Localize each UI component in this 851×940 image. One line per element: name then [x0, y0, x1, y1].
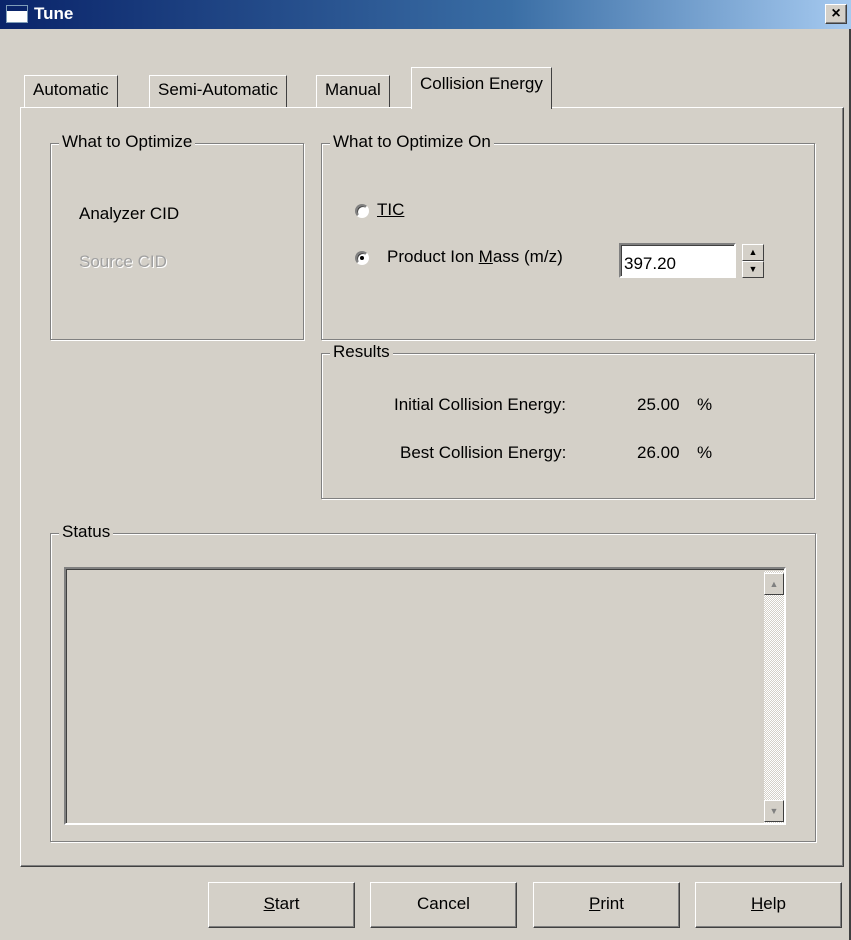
- analyzer-cid-option[interactable]: Analyzer CID: [79, 204, 179, 224]
- initial-collision-energy-value: 25.00: [637, 395, 680, 414]
- print-button[interactable]: Print: [533, 882, 680, 928]
- status-textarea[interactable]: [64, 567, 786, 825]
- group-legend: What to Optimize: [59, 132, 196, 152]
- source-cid-option: Source CID: [79, 252, 167, 271]
- tab-label: Collision Energy: [420, 74, 543, 93]
- mnemonic: M: [478, 247, 493, 266]
- group-legend: What to Optimize On: [330, 132, 494, 152]
- product-ion-mass-radio[interactable]: [355, 251, 369, 265]
- arrow-up-icon: ▲: [769, 579, 779, 589]
- product-ion-mass-label[interactable]: Product Ion Mass (m/z): [387, 247, 563, 267]
- label-part: ass (m/z): [492, 247, 563, 266]
- button-label: Cancel: [417, 894, 470, 913]
- what-to-optimize-on-group: What to Optimize On: [321, 132, 815, 340]
- status-scrollbar[interactable]: [764, 571, 784, 823]
- arrow-down-icon: ▼: [769, 806, 779, 816]
- tab-label: Semi-Automatic: [158, 80, 278, 99]
- button-label: rint: [600, 894, 624, 913]
- mnemonic: P: [589, 894, 601, 913]
- title-bar: Tune ×: [0, 0, 851, 29]
- results-group: Results: [321, 342, 815, 499]
- tab-semi-automatic[interactable]: Semi-Automatic: [149, 75, 287, 108]
- tic-label-text: TIC: [377, 200, 405, 219]
- tab-automatic[interactable]: Automatic: [24, 75, 118, 108]
- help-button[interactable]: Help: [695, 882, 842, 928]
- window-title: Tune: [34, 4, 74, 23]
- start-button[interactable]: Start: [208, 882, 355, 928]
- initial-collision-energy-label: Initial Collision Energy:: [394, 395, 566, 414]
- best-collision-energy-label: Best Collision Energy:: [400, 443, 567, 462]
- best-collision-energy-value: 26.00: [637, 443, 680, 462]
- initial-collision-energy-unit: %: [697, 395, 713, 414]
- tab-label: Manual: [325, 80, 381, 99]
- tab-label: Automatic: [33, 80, 109, 99]
- button-label: elp: [763, 894, 786, 913]
- tic-label[interactable]: TIC: [377, 200, 404, 220]
- window-icon: [6, 5, 28, 23]
- spin-down-button[interactable]: ▼: [742, 261, 764, 278]
- what-to-optimize-group: What to Optimize: [50, 132, 304, 340]
- tic-radio[interactable]: [355, 204, 369, 218]
- mnemonic: H: [751, 894, 764, 913]
- scroll-up-button[interactable]: ▲: [764, 573, 784, 595]
- tab-collision-energy[interactable]: Collision Energy: [411, 67, 552, 109]
- product-ion-mass-input[interactable]: [619, 243, 736, 278]
- close-icon: ×: [831, 5, 841, 22]
- chevron-down-icon: ▼: [748, 264, 758, 274]
- scroll-down-button[interactable]: ▼: [764, 800, 784, 822]
- label-part: Product Ion: [387, 247, 479, 266]
- tab-manual[interactable]: Manual: [316, 75, 390, 108]
- spin-up-button[interactable]: ▲: [742, 244, 764, 261]
- group-legend: Status: [59, 522, 114, 542]
- chevron-up-icon: ▲: [748, 247, 758, 257]
- close-button[interactable]: ×: [825, 4, 847, 24]
- mnemonic: S: [263, 894, 275, 913]
- button-label: tart: [274, 894, 300, 913]
- group-legend: Results: [330, 342, 393, 362]
- best-collision-energy-unit: %: [697, 443, 713, 462]
- cancel-button[interactable]: Cancel: [370, 882, 517, 928]
